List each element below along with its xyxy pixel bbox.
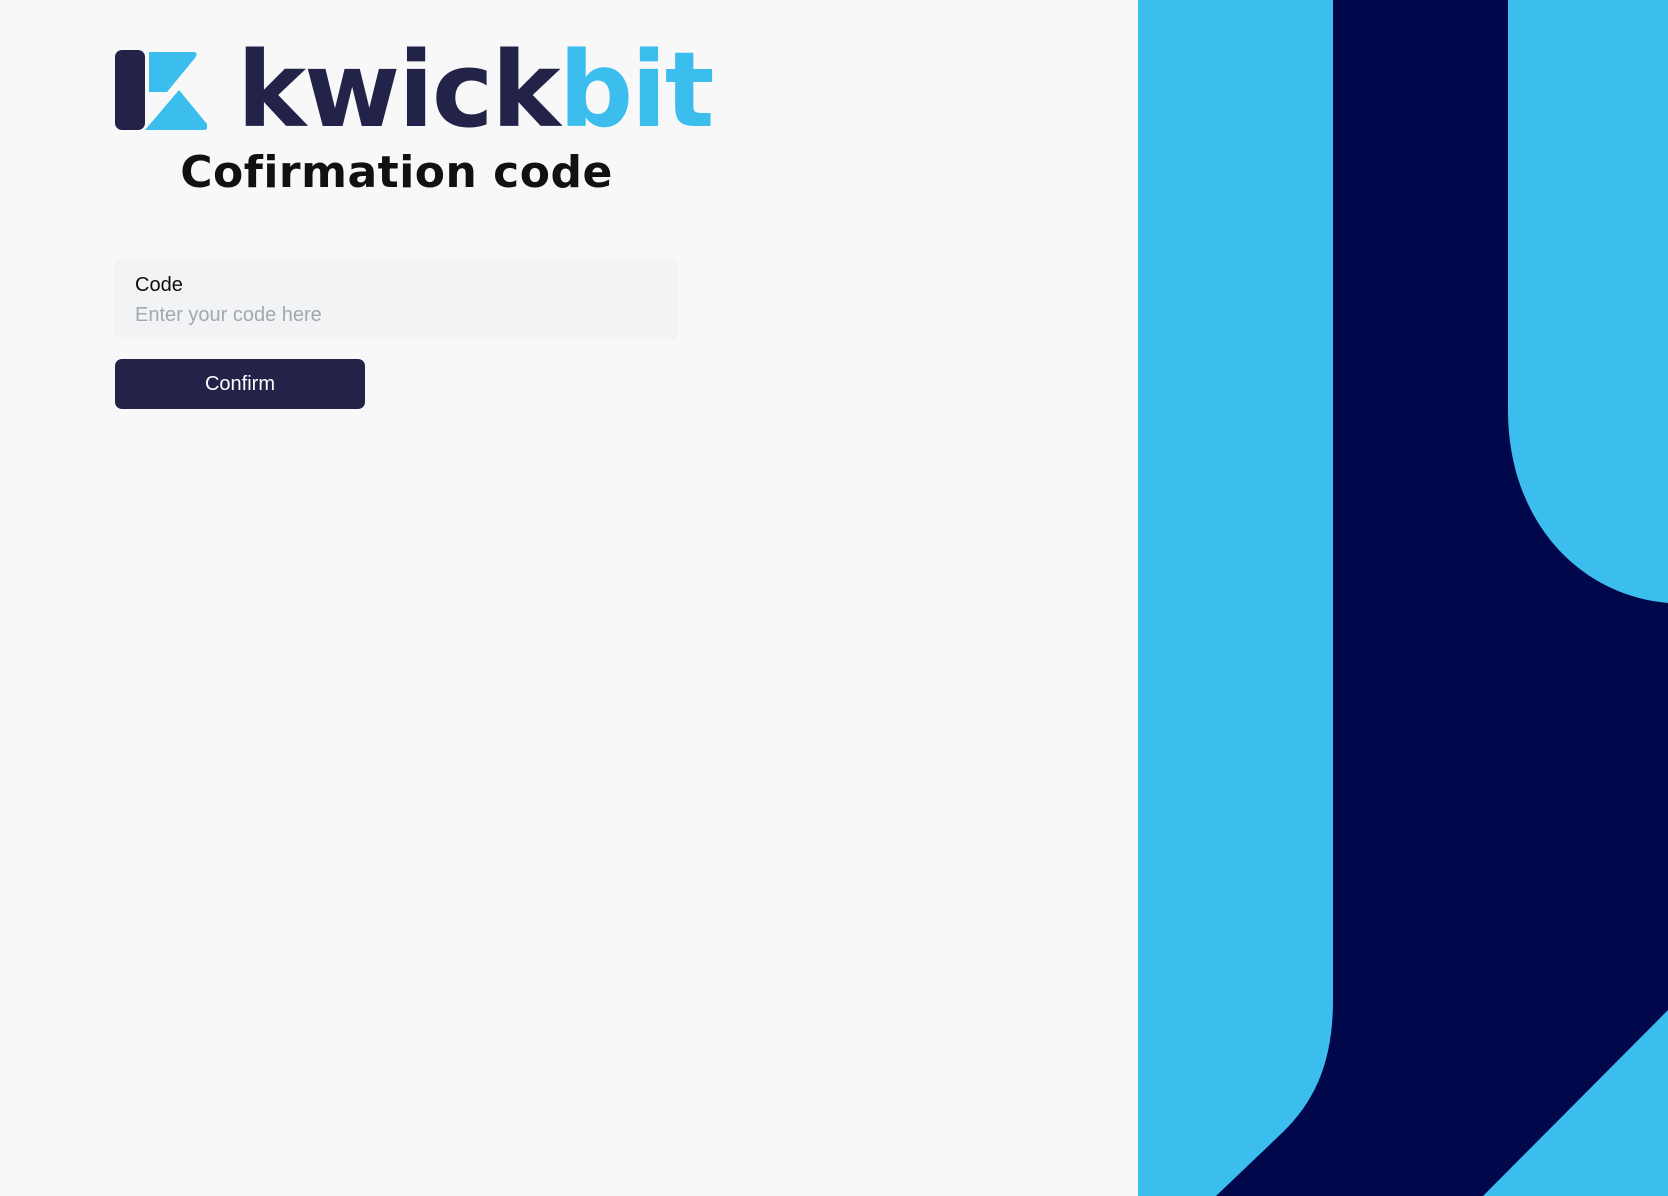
code-input[interactable] <box>135 301 658 329</box>
auth-pane: kwickbit Cofirmation code Code Confirm <box>0 0 1138 1196</box>
decorative-brand-panel <box>1138 0 1668 1196</box>
brand-shape-illustration <box>1138 0 1668 1196</box>
brand-logo: kwick bit <box>115 29 715 151</box>
kwickbit-logo-icon <box>115 50 207 130</box>
brand-wordmark-accent: bit <box>558 29 715 151</box>
code-field-label: Code <box>135 274 183 296</box>
brand-wordmark-primary: kwick <box>237 29 561 151</box>
page-title: Cofirmation code <box>180 147 613 198</box>
confirm-button[interactable]: Confirm <box>115 359 365 409</box>
code-field[interactable]: Code <box>115 259 678 339</box>
brand-wordmark: kwick bit <box>237 29 715 151</box>
